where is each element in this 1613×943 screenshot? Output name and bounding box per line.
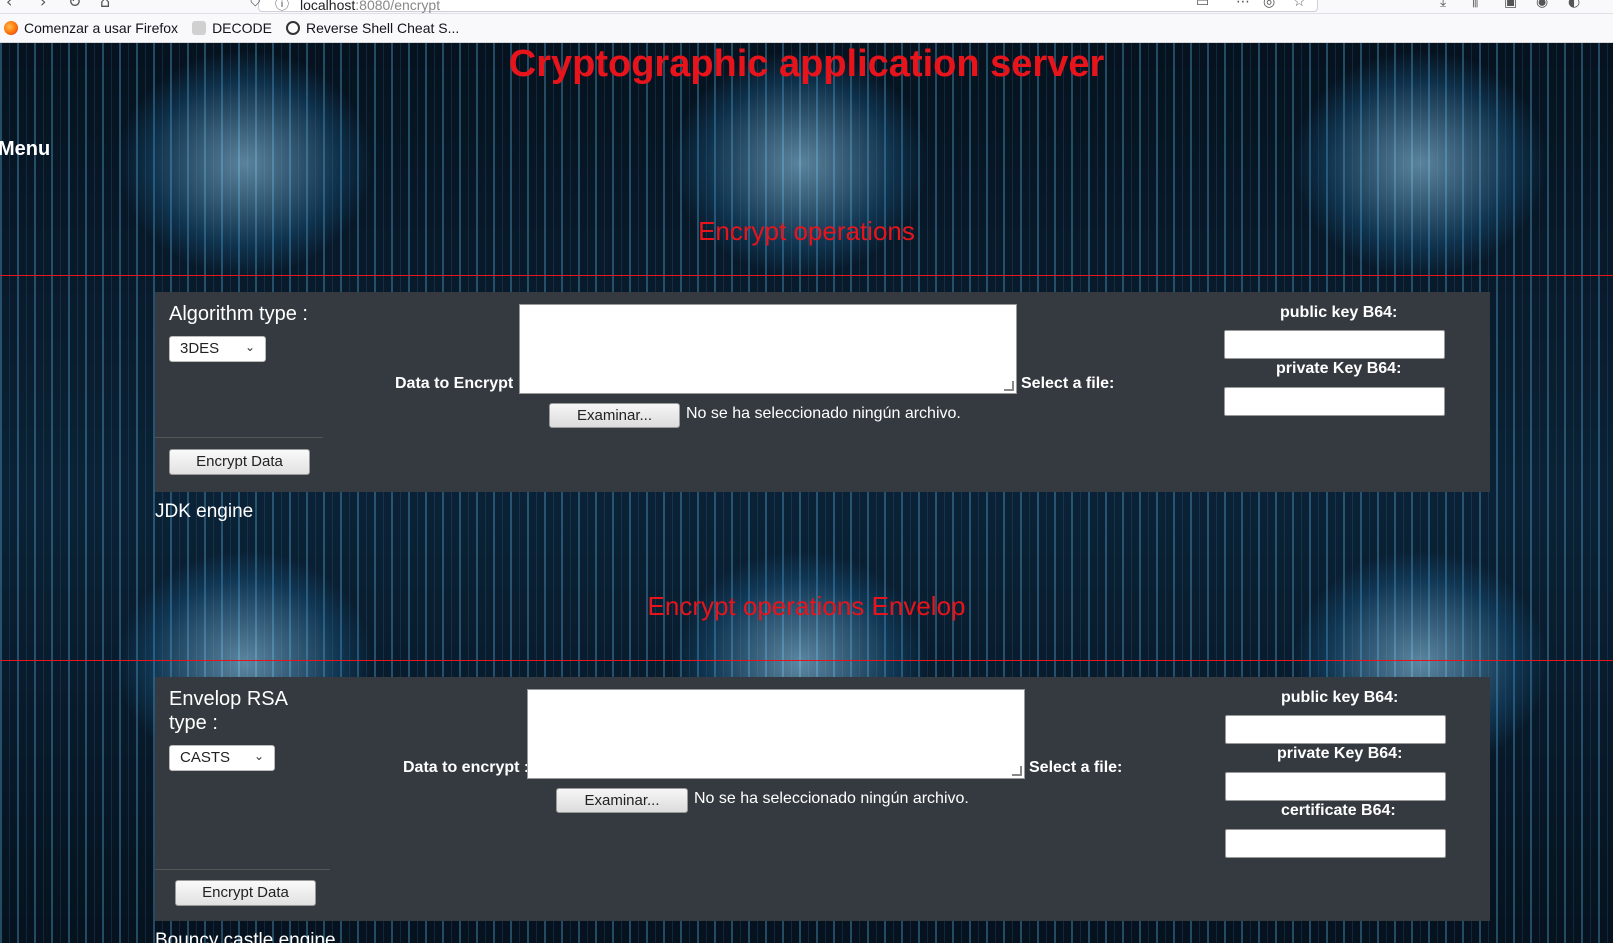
reader-icon[interactable]: ▭ [1196,0,1209,10]
button-divider [155,869,330,870]
data-to-encrypt-label: Data to Encrypt : [395,375,524,392]
no-file-selected-text: No se ha seleccionado ningún archivo. [686,405,961,422]
pocket-icon[interactable]: ◎ [1263,0,1275,10]
envelop-section-title: Encrypt operations Envelop [647,591,966,621]
page-content: Cryptographic application server Menu En… [0,43,1613,943]
url-host: localhost [300,0,356,13]
browse-file-button[interactable]: Examinar... [556,788,688,813]
envelop-public-key-input[interactable] [1225,715,1446,744]
bookmarks-bar: Comenzar a usar Firefox DECODE Reverse S… [0,14,1613,43]
download-icon[interactable]: ⤓ [1440,0,1446,10]
bookmark-firefox[interactable]: Comenzar a usar Firefox [4,20,178,36]
envelop-private-key-input[interactable] [1225,772,1446,801]
public-key-label: public key B64: [1280,304,1398,321]
resize-grip-icon[interactable] [1004,381,1014,391]
firefox-icon [4,21,18,35]
private-key-label: private Key B64: [1277,745,1403,762]
url-text[interactable]: localhost:8080/encrypt [300,0,440,13]
url-path: :8080/encrypt [355,0,441,13]
algorithm-select-value: 3DES [180,340,220,357]
encrypt-section-title: Encrypt operations [698,216,915,246]
browser-toolbar: ‹ › ↻ ⌂ ⛉ ⓘ localhost:8080/encrypt ▭ ⋯ ◎… [0,0,1613,14]
library-icon[interactable]: ⫼ [1472,0,1478,10]
envelop-encrypt-data-button[interactable]: Encrypt Data [175,880,316,906]
bookmark-label: Reverse Shell Cheat S... [305,20,460,36]
public-key-label: public key B64: [1281,689,1399,706]
bookmark-star-icon[interactable]: ☆ [1293,0,1306,10]
sidebar-icon[interactable]: ▣ [1504,0,1517,10]
chevron-down-icon: ⌄ [244,340,255,354]
public-key-input[interactable] [1224,330,1445,359]
algorithm-type-label: Algorithm type : [169,303,308,325]
jdk-engine-label: JDK engine [155,501,254,522]
home-icon[interactable]: ⌂ [100,0,110,11]
button-divider [155,437,323,438]
envelop-type-label-line1: Envelop RSA [169,688,288,710]
menu-link[interactable]: Menu [0,138,50,161]
certificate-label: certificate B64: [1281,802,1396,819]
select-file-label: Select a file: [1029,759,1123,776]
bookmark-decode[interactable]: DECODE [192,20,272,36]
bookmark-label: Comenzar a usar Firefox [24,20,179,36]
forward-icon[interactable]: › [40,0,46,11]
no-file-selected-text: No se ha seleccionado ningún archivo. [694,790,969,807]
data-to-encrypt-textarea[interactable] [519,304,1017,394]
account-icon[interactable]: ◉ [1536,0,1548,10]
site-info-icon[interactable]: ⓘ [275,0,289,13]
encrypt-form-panel: Algorithm type : 3DES ⌄ Data to Encrypt … [155,292,1490,492]
envelop-select-value: CASTS [180,749,231,766]
back-icon[interactable]: ‹ [6,0,12,11]
decode-icon [192,21,207,35]
algorithm-select[interactable]: 3DES ⌄ [169,336,266,362]
bookmark-reverse-shell[interactable]: Reverse Shell Cheat S... [285,20,460,36]
envelop-type-label-line2: type : [169,712,218,734]
envelop-divider-line [0,660,1613,661]
envelop-certificate-input[interactable] [1225,829,1446,858]
encrypt-divider-line [0,275,1613,276]
chevron-down-icon: ⌄ [253,749,264,763]
shield-icon[interactable]: ⛉ [250,0,261,10]
data-to-encrypt-label: Data to encrypt : [403,759,530,776]
browse-file-button[interactable]: Examinar... [549,403,680,428]
extension-icon[interactable]: ◐ [1568,0,1580,10]
bookmark-label: DECODE [212,20,272,36]
envelop-type-select[interactable]: CASTS ⌄ [169,745,275,771]
encrypt-data-button[interactable]: Encrypt Data [169,449,310,475]
envelop-data-textarea[interactable] [527,689,1025,779]
bouncy-castle-engine-label: Bouncy castle engine [155,930,336,943]
page-title: Cryptographic application server [508,43,1105,85]
more-icon[interactable]: ⋯ [1236,0,1250,10]
select-file-label: Select a file: [1021,375,1115,392]
private-key-input[interactable] [1224,387,1445,416]
private-key-label: private Key B64: [1276,360,1402,377]
envelop-form-panel: Envelop RSA type : CASTS ⌄ Data to encry… [155,677,1490,921]
resize-grip-icon[interactable] [1012,766,1022,776]
reload-icon[interactable]: ↻ [68,0,81,11]
globe-icon [285,21,300,35]
